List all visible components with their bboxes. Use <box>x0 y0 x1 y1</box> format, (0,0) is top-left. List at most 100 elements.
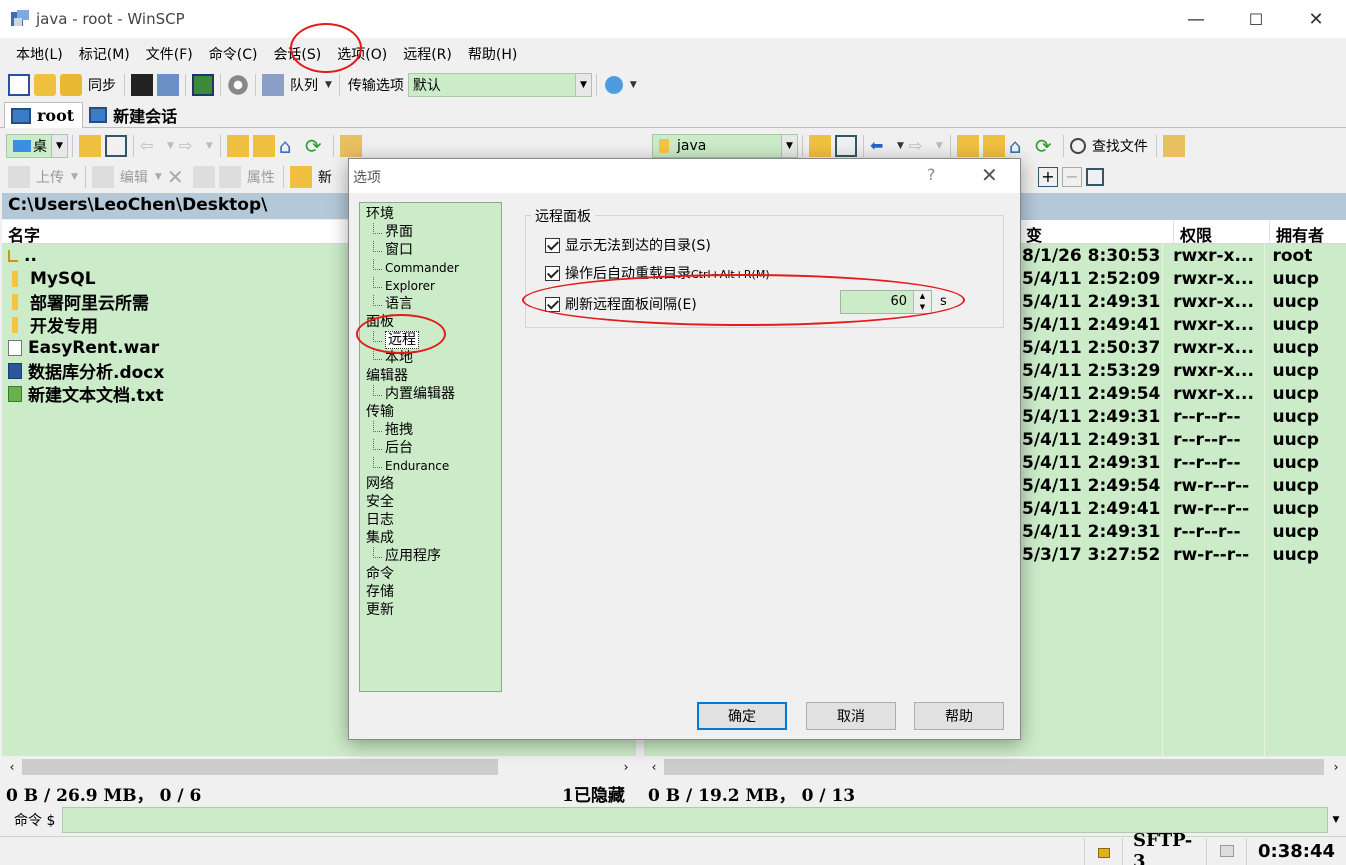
refresh-interval-spinner[interactable]: 60 ▲ ▼ <box>840 290 932 314</box>
chevron-down-icon[interactable]: ▼ <box>936 141 943 151</box>
open-folder-icon[interactable] <box>809 135 831 157</box>
table-row[interactable]: 5/4/11 2:49:31 r--r--r-- uucp <box>1018 520 1346 543</box>
parent-directory-icon[interactable] <box>956 135 979 157</box>
minimize-button[interactable]: — <box>1166 0 1226 38</box>
properties-button[interactable]: 属性 <box>247 167 275 187</box>
scroll-left-icon[interactable]: ‹ <box>644 760 664 774</box>
tree-item[interactable]: 后台 <box>360 439 501 457</box>
queue-button[interactable]: 队列 <box>290 75 318 95</box>
rename-icon[interactable] <box>192 166 215 188</box>
ok-button[interactable]: 确定 <box>697 702 787 730</box>
show-inaccessible-checkbox[interactable] <box>545 237 560 253</box>
chevron-down-icon[interactable]: ▼ <box>1328 815 1344 825</box>
edit-button[interactable]: 编辑 <box>120 167 148 187</box>
refresh-interval-checkbox[interactable] <box>545 296 560 312</box>
table-row[interactable]: 5/4/11 2:49:54 rw-r--r-- uucp <box>1018 474 1346 497</box>
column-rights[interactable]: 权限 <box>1174 220 1270 245</box>
scroll-right-icon[interactable]: › <box>1326 760 1346 774</box>
tree-item[interactable]: Commander <box>360 259 501 277</box>
table-row[interactable]: 5/4/11 2:49:41 rw-r--r-- uucp <box>1018 497 1346 520</box>
table-row[interactable]: 5/4/11 2:49:31 r--r--r-- uucp <box>1018 405 1346 428</box>
chevron-down-icon[interactable]: ▼ <box>897 141 904 151</box>
tree-item[interactable]: 存储 <box>360 583 501 601</box>
forward-arrow-icon[interactable]: ⇨ <box>179 135 201 157</box>
tree-item[interactable]: 界面 <box>360 223 501 241</box>
table-row[interactable]: 5/4/11 2:49:41 rwxr-x... uucp <box>1018 313 1346 336</box>
show-inaccessible-option[interactable]: 显示无法到达的目录(S) <box>545 235 711 255</box>
scroll-right-icon[interactable]: › <box>616 760 636 774</box>
terminal-icon[interactable] <box>131 74 153 96</box>
tree-view-icon[interactable] <box>339 135 362 157</box>
tree-item[interactable]: Endurance <box>360 457 501 475</box>
table-row[interactable]: 5/4/11 2:50:37 rwxr-x... uucp <box>1018 336 1346 359</box>
collapse-icon[interactable]: − <box>1062 167 1082 187</box>
close-button[interactable]: ✕ <box>1286 0 1346 38</box>
chevron-down-icon[interactable]: ▼ <box>630 80 637 90</box>
back-arrow-icon[interactable]: ⇦ <box>140 135 162 157</box>
filter-icon[interactable] <box>105 135 127 157</box>
remote-path-select[interactable]: java ▼ <box>652 134 798 158</box>
root-directory-icon[interactable] <box>982 135 1005 157</box>
tree-item[interactable]: 编辑器 <box>360 367 501 385</box>
new-button[interactable]: 新 <box>318 167 332 187</box>
menu-session[interactable]: 会话(S) <box>265 40 329 66</box>
edit-icon[interactable] <box>91 166 114 188</box>
table-row[interactable]: 5/4/11 2:49:31 r--r--r-- uucp <box>1018 451 1346 474</box>
options-tree[interactable]: 环境 界面 窗口 Commander Explorer 语言 面板 远程 本地 编辑器 内置编辑器传… <box>359 202 502 692</box>
chevron-down-icon[interactable]: ▼ <box>574 74 591 96</box>
help-icon[interactable]: ? <box>927 165 936 184</box>
home-icon[interactable]: ⌂ <box>1009 135 1031 157</box>
help-button[interactable]: 帮助 <box>914 702 1004 730</box>
chevron-down-icon[interactable]: ▼ <box>71 172 78 182</box>
table-row[interactable]: 5/4/11 2:49:31 rwxr-x... uucp <box>1018 290 1346 313</box>
left-horizontal-scrollbar[interactable]: ‹ › <box>2 756 636 778</box>
tree-item[interactable]: 日志 <box>360 511 501 529</box>
gear-icon[interactable] <box>227 74 249 96</box>
tree-item[interactable]: 应用程序 <box>360 547 501 565</box>
new-folder-icon[interactable] <box>289 166 312 188</box>
refresh-icon[interactable]: ⟳ <box>305 135 327 157</box>
local-drive-select[interactable]: 桌 ▼ <box>6 134 68 158</box>
delete-icon[interactable]: ✕ <box>167 166 189 188</box>
refresh-icon[interactable]: ⟳ <box>1035 135 1057 157</box>
find-files-button[interactable]: 查找文件 <box>1092 136 1148 156</box>
open-directory-icon[interactable] <box>192 74 214 96</box>
tree-item[interactable]: 网络 <box>360 475 501 493</box>
tab-new-session[interactable]: 新建会话 <box>83 102 185 128</box>
find-files-icon[interactable] <box>1069 138 1086 154</box>
putty-icon[interactable] <box>157 74 179 96</box>
dialog-close-icon[interactable]: ✕ <box>981 163 998 187</box>
refresh-interval-option[interactable]: 刷新远程面板间隔(E) <box>545 294 697 314</box>
table-row[interactable]: 5/4/11 2:52:09 rwxr-x... uucp <box>1018 267 1346 290</box>
transfer-options-select[interactable]: 默认 ▼ <box>407 73 592 97</box>
chevron-down-icon[interactable]: ▼ <box>51 135 67 157</box>
back-arrow-icon[interactable]: ⬅ <box>870 135 892 157</box>
sync-browse-icon[interactable] <box>34 74 56 96</box>
menu-help[interactable]: 帮助(H) <box>460 40 525 66</box>
column-changed[interactable]: 变 <box>1020 220 1174 245</box>
tree-item[interactable]: 拖拽 <box>360 421 501 439</box>
forward-arrow-icon[interactable]: ⇨ <box>909 135 931 157</box>
tree-item[interactable]: 面板 <box>360 313 501 331</box>
menu-mark[interactable]: 标记(M) <box>71 40 138 66</box>
home-icon[interactable]: ⌂ <box>279 135 301 157</box>
tree-item[interactable]: 本地 <box>360 349 501 367</box>
tree-item[interactable]: 安全 <box>360 493 501 511</box>
upload-button[interactable]: 上传 <box>36 167 64 187</box>
chevron-down-icon[interactable]: ▼ <box>206 141 213 151</box>
tree-view-icon[interactable] <box>1162 135 1185 157</box>
table-row[interactable]: 5/4/11 2:49:31 r--r--r-- uucp <box>1018 428 1346 451</box>
table-row[interactable]: 5/3/17 3:27:52 rw-r--r-- uucp <box>1018 543 1346 566</box>
synchronize-icon[interactable] <box>60 74 82 96</box>
tree-item[interactable]: 内置编辑器 <box>360 385 501 403</box>
auto-reload-checkbox[interactable] <box>545 265 560 281</box>
open-folder-icon[interactable] <box>79 135 101 157</box>
menu-remote[interactable]: 远程(R) <box>395 40 460 66</box>
menu-options[interactable]: 选项(O) <box>329 40 395 66</box>
properties-icon[interactable] <box>218 166 241 188</box>
synchronize-button[interactable]: 同步 <box>88 75 116 95</box>
chevron-down-icon[interactable]: ▼ <box>781 135 797 157</box>
tree-item[interactable]: 集成 <box>360 529 501 547</box>
table-row[interactable]: 5/4/11 2:49:54 rwxr-x... uucp <box>1018 382 1346 405</box>
tab-root[interactable]: root <box>4 102 84 128</box>
